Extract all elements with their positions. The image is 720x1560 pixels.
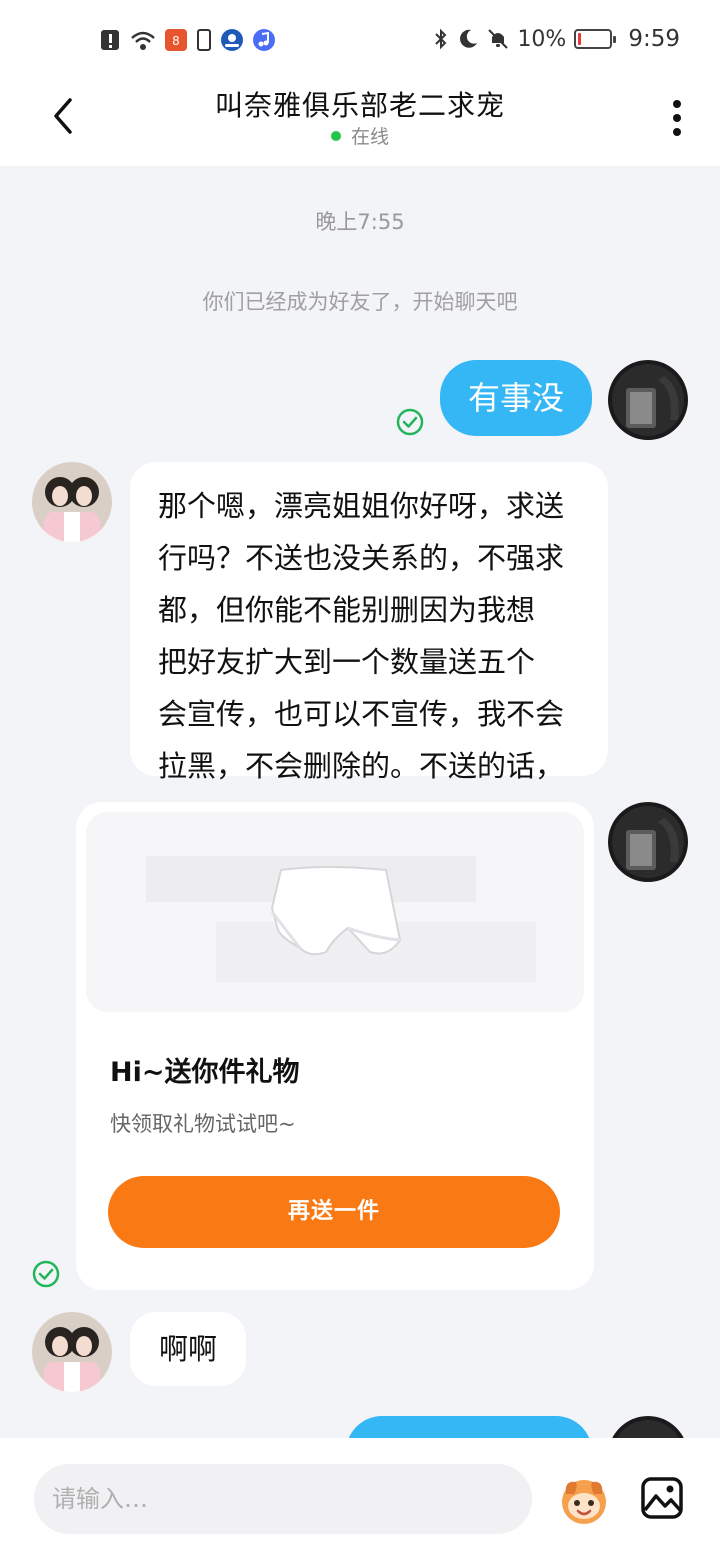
contact-avatar[interactable] [32, 462, 112, 542]
message-line: 都，但你能不能别删因为我想 [158, 593, 536, 627]
battery-percent: 10% [517, 26, 567, 52]
message-text: 啊啊 [158, 1332, 217, 1366]
input-bar: 请输入… [0, 1438, 720, 1560]
clock: 9:59 [628, 26, 680, 52]
more-options-icon[interactable] [672, 98, 682, 138]
location-app-icon [221, 29, 243, 51]
status-bar: 8 10% 9:59 [0, 0, 720, 84]
warning-icon [101, 30, 119, 50]
my-avatar[interactable] [608, 1416, 688, 1438]
contact-avatar-image [32, 1312, 112, 1392]
message-bubble-received[interactable]: 那个嗯，漂亮姐姐你好呀，求送 行吗？不送也没关系的，不强求 都，但你能不能别删因… [130, 462, 608, 835]
svg-text:8: 8 [172, 34, 180, 48]
read-check-icon [32, 1260, 60, 1288]
app-notification-icon: 8 [165, 29, 187, 51]
time-divider: 晚上7:55 [315, 210, 405, 234]
message-bubble-received[interactable]: 啊啊 [130, 1312, 246, 1386]
online-status: 在线 [0, 122, 720, 149]
chat-area[interactable]: 晚上7:55 你们已经成为好友了，开始聊天吧 有事没 那个嗯，漂亮姐姐你好呀，求… [0, 166, 720, 1438]
message-line: 那个嗯，漂亮姐姐你好呀，求送 [158, 489, 565, 523]
contact-avatar-image [32, 462, 112, 542]
message-text: 有事没 [467, 379, 564, 417]
my-avatar[interactable] [608, 360, 688, 440]
music-icon [253, 29, 275, 51]
my-avatar-image [608, 802, 688, 882]
message-line: 行吗？不送也没关系的，不强求 [158, 541, 565, 575]
gift-subtitle: 快领取礼物试试吧~ [110, 1112, 296, 1136]
gift-product-image [86, 812, 584, 1012]
status-left-icons: 8 [100, 28, 276, 52]
online-dot [330, 130, 341, 141]
gift-product-picture [86, 812, 584, 1012]
gift-card[interactable]: Hi~送你件礼物 快领取礼物试试吧~ 再送一件 [76, 802, 594, 1290]
battery-fill [578, 33, 582, 45]
chat-title: 叫奈雅俱乐部老二求宠 [214, 89, 505, 122]
bluetooth-icon [435, 28, 447, 50]
gift-title: Hi~送你件礼物 [110, 1057, 300, 1088]
my-avatar[interactable] [608, 802, 688, 882]
online-label: 在线 [350, 126, 389, 148]
message-line: 会宣传，也可以不宣传，我不会 [158, 697, 565, 731]
image-icon[interactable] [640, 1476, 684, 1520]
my-avatar-image [608, 1416, 688, 1438]
read-check-icon [396, 408, 424, 436]
emoji-icon[interactable] [556, 1472, 612, 1528]
status-right: 10% 9:59 [433, 26, 680, 52]
system-message: 你们已经成为好友了，开始聊天吧 [202, 290, 518, 314]
send-another-gift-button[interactable]: 再送一件 [108, 1176, 560, 1248]
battery-icon [574, 29, 617, 49]
message-line: 把好友扩大到一个数量送五个 [158, 645, 536, 679]
chat-header: 叫奈雅俱乐部老二求宠 在线 [0, 84, 720, 166]
phone-icon [197, 29, 211, 51]
message-bubble-sent-partial[interactable] [346, 1416, 592, 1438]
my-avatar-image [608, 360, 688, 440]
message-input[interactable]: 请输入… [34, 1464, 532, 1534]
message-bubble-sent[interactable]: 有事没 [440, 360, 592, 436]
mute-icon [488, 29, 509, 49]
message-line: 拉黑，不会删除的。不送的话， [158, 749, 565, 783]
contact-avatar[interactable] [32, 1312, 112, 1392]
moon-icon [460, 29, 478, 48]
wifi-icon [131, 31, 155, 50]
